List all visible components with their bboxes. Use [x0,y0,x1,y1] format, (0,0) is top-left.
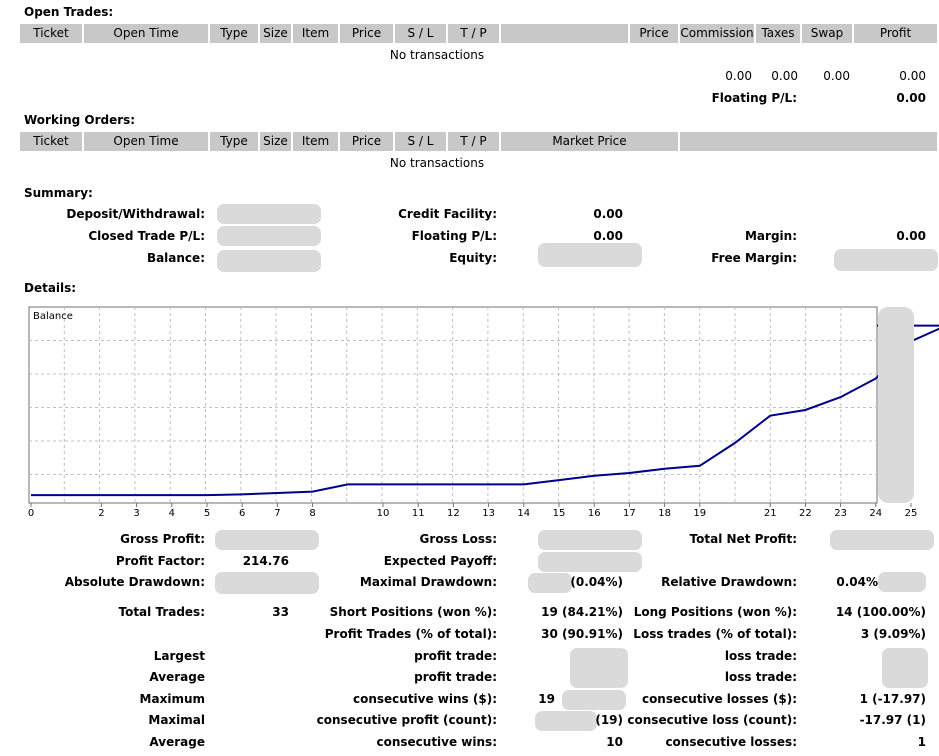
short-positions-label: Short Positions (won %): [329,605,497,619]
consecutive-profit-amount-redacted [535,711,597,731]
profit-trades-value: 30 (90.91%) [541,627,623,641]
absolute-drawdown-value-redacted [215,572,319,594]
average-loss-label: loss trade: [724,670,797,684]
relative-drawdown-extra-redacted [878,572,926,592]
long-positions-value: 14 (100.00%) [835,605,926,619]
total-net-label: Total Net Profit: [689,532,797,546]
x-tick-label: 11 [412,508,425,519]
x-tick-label: 21 [764,508,777,519]
x-tick-label: 22 [799,508,812,519]
absolute-drawdown-label: Absolute Drawdown: [64,575,205,589]
balance-chart: 0234567810111213141516171819212223242526… [28,306,939,519]
total-trades-value: 33 [272,605,289,619]
profit-factor-value: 214.76 [242,554,289,568]
avg-consecutive-losses-value: 1 [917,735,926,749]
x-tick-label: 17 [623,508,636,519]
largest-loss-label: loss trade: [724,649,797,663]
total-trades-label: Total Trades: [118,605,205,619]
avg-consecutive-wins-label: consecutive wins: [376,735,497,749]
consecutive-losses-label: consecutive losses ($): [641,692,797,706]
x-tick-label: 0 [28,508,34,519]
x-tick-label: 6 [239,508,245,519]
x-tick-label: 10 [377,508,390,519]
largest-loss-value-redacted [882,648,928,688]
chart-x-ticks: 0234567810111213141516171819212223242526… [28,503,918,519]
avg-consecutive-losses-label: consecutive losses: [665,735,797,749]
consecutive-losses-value: 1 (-17.97) [859,692,926,706]
largest-profit-value-redacted [570,648,628,688]
expected-payoff-value-redacted [538,552,642,572]
total-net-value-redacted [830,530,934,550]
x-tick-label: 4 [169,508,175,519]
consecutive-loss-count-label: consecutive loss (count): [627,713,797,727]
x-tick-label: 24 [869,508,882,519]
x-tick-label: 23 [834,508,847,519]
consecutive-wins-value: 19 [538,692,555,706]
x-tick-label: 2 [98,508,104,519]
consecutive-wins-label: consecutive wins ($): [352,692,497,706]
x-tick-label: 19 [693,508,706,519]
profit-factor-label: Profit Factor: [115,554,205,568]
x-tick-label: 25 [905,508,918,519]
short-positions-value: 19 (84.21%) [541,605,623,619]
gross-loss-label: Gross Loss: [419,532,497,546]
gross-profit-label: Gross Profit: [120,532,205,546]
average-label: Average [149,670,205,684]
x-tick-label: 5 [204,508,210,519]
expected-payoff-label: Expected Payoff: [383,554,497,568]
gross-profit-value-redacted [215,530,319,550]
x-tick-label: 15 [553,508,566,519]
profit-trades-label: Profit Trades (% of total): [324,627,497,641]
x-tick-label: 16 [588,508,601,519]
x-tick-label: 12 [447,508,460,519]
consecutive-profit-value: (19) [595,713,623,727]
x-tick-label: 13 [482,508,495,519]
consecutive-loss-count-value: -17.97 (1) [859,713,926,727]
x-tick-label: 8 [309,508,315,519]
consecutive-wins-amount-redacted [562,690,626,710]
largest-label: Largest [153,649,205,663]
relative-drawdown-value: 0.04% [836,575,878,589]
x-tick-label: 3 [133,508,139,519]
x-tick-label: 18 [658,508,671,519]
maximal-drawdown-value: (0.04%) [570,575,623,589]
chart-y-axis-redacted [878,307,914,503]
average-profit-label: profit trade: [414,670,497,684]
consecutive-profit-label: consecutive profit (count): [316,713,497,727]
long-positions-label: Long Positions (won %): [633,605,797,619]
gross-loss-value-redacted [538,530,642,550]
loss-trades-value: 3 (9.09%) [860,627,926,641]
maximal-drawdown-label: Maximal Drawdown: [359,575,497,589]
maximum-label: Maximum [139,692,205,706]
average-2-label: Average [149,735,205,749]
chart-legend-balance: Balance [33,311,73,322]
x-tick-label: 14 [517,508,530,519]
x-tick-label: 7 [274,508,280,519]
largest-profit-label: profit trade: [414,649,497,663]
relative-drawdown-label: Relative Drawdown: [661,575,797,589]
loss-trades-label: Loss trades (% of total): [633,627,797,641]
avg-consecutive-wins-value: 10 [606,735,623,749]
maximal-label: Maximal [148,713,205,727]
